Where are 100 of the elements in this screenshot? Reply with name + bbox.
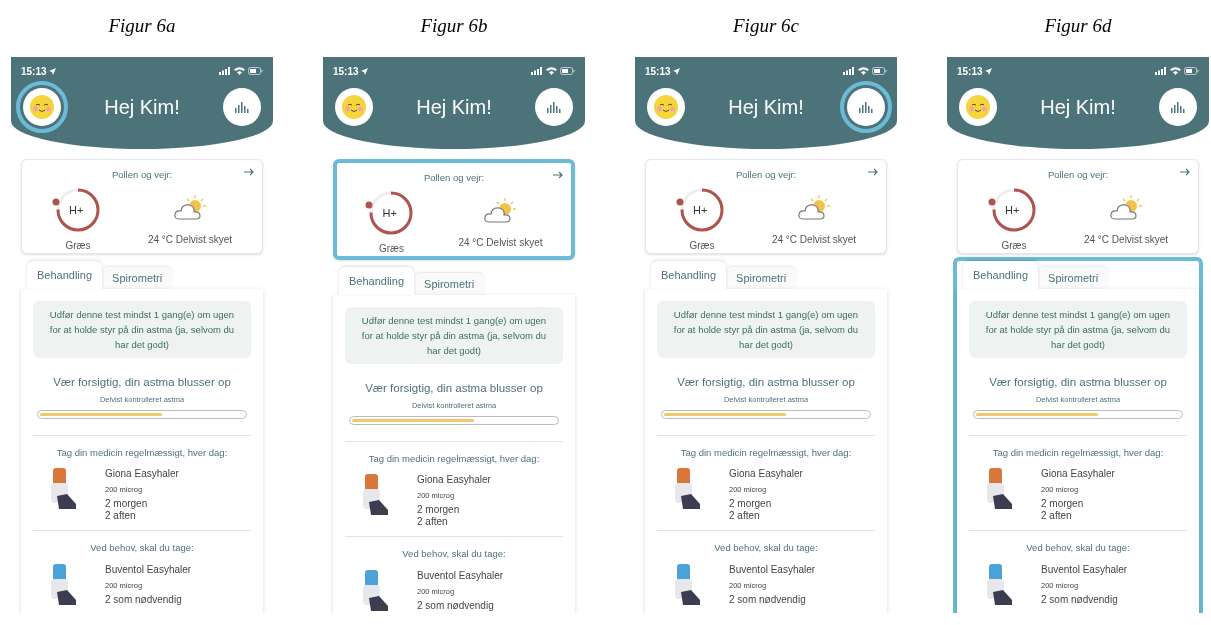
smiley-icon [341,94,367,120]
pollen-level-label: H+ [1005,203,1020,219]
bar-chart-icon [547,101,561,113]
pollen-level-label: H+ [69,203,84,219]
bar-chart-icon [1171,101,1185,113]
dosage-schedule: 2 aften [729,510,761,523]
figure-caption: Figur 6b [420,14,488,38]
pollen-weather-card[interactable]: Pollen og vejr: H+ Græs 24 °C Delvist skyet [645,159,887,255]
battery-icon [248,67,263,75]
medicine-section-heading: Ved behov, skal du tage: [90,541,194,556]
medicine-section-heading: Ved behov, skal du tage: [402,547,506,562]
battery-icon [872,67,887,75]
arrow-right-icon [1180,168,1190,176]
asthma-status-title: Vær forsigtig, din astma blusser op [989,375,1167,391]
medicine-section-heading: Ved behov, skal du tage: [714,541,818,556]
pollen-type: Græs [689,239,715,254]
card-title: Pollen og vejr: [1047,168,1109,182]
test-reminder-notice: Udfør denne test mindst 1 gang(e) om ugen for at holde styr på din astma (ja, selvom du har det godt) [33,301,251,359]
signal-icon [843,67,855,75]
status-time: 15:13 [333,64,359,79]
figure-caption: Figur 6d [1044,14,1112,38]
signal-icon [219,67,231,75]
weather-label: 24 °C Delvist skyet [147,233,232,248]
asthma-status-title: Vær forsigtig, din astma blusser op [677,375,855,391]
smiley-icon [965,94,991,120]
asthma-status-title: Vær forsigtig, din astma blusser op [53,375,231,391]
battery-icon [1184,67,1199,75]
tab[interactable]: Spirometri [102,267,173,290]
medicine-name: Giona Easyhaler [105,467,179,481]
signal-icon [531,67,543,75]
pollen-weather-card[interactable]: Pollen og vejr: H+ Græs 24 °C Delvist skyet [333,159,575,261]
tab[interactable]: Spirometri [726,267,797,290]
medicine-section-heading: Tag din medicin regelmæssigt, hver dag: [56,445,228,460]
status-time: 15:13 [21,64,47,79]
medicine-name: Buventol Easyhaler [1041,562,1128,577]
location-arrow-icon [360,67,368,75]
test-reminder-notice: Udfør denne test mindst 1 gang(e) om ugen for at holde styr på din astma (ja, selvom du har det godt) [657,301,875,359]
medicine-name: Giona Easyhaler [417,473,491,487]
dosage-schedule: 2 aften [105,510,137,523]
smiley-icon [653,94,679,120]
pollen-type: Græs [65,239,91,254]
arrow-right-icon [553,171,563,179]
figure-caption: Figur 6a [108,14,176,38]
tab[interactable]: Spirometri [414,273,485,296]
signal-icon [1155,67,1167,75]
medicine-name: Buventol Easyhaler [105,562,192,577]
dosage-schedule: 2 aften [1041,510,1073,523]
tab[interactable]: Behandling [651,261,727,290]
card-title: Pollen og vejr: [111,168,173,182]
greeting-title: Hej Kim! [416,95,492,120]
wifi-icon [1170,67,1181,75]
figure-caption: Figur 6c [733,14,799,38]
greeting-title: Hej Kim! [1040,95,1116,120]
statistics-button[interactable] [1159,88,1197,126]
dosage-schedule: 2 morgen [729,498,773,511]
medicine-name: Buventol Easyhaler [729,562,816,577]
greeting-title: Hej Kim! [728,95,804,120]
pollen-level-label: H+ [382,206,397,222]
status-time: 15:13 [957,64,983,79]
tab[interactable]: Behandling [963,261,1039,290]
mood-avatar-button[interactable] [335,88,373,126]
weather-label: 24 °C Delvist skyet [458,236,543,251]
dosage-schedule: 2 som nødvendig [105,593,183,606]
wifi-icon [546,67,557,75]
dosage-schedule: 2 som nødvendig [417,599,495,612]
dosage-schedule: 2 morgen [417,504,461,517]
statistics-button[interactable] [223,88,261,126]
tab[interactable]: Behandling [339,267,415,296]
weather-label: 24 °C Delvist skyet [1083,233,1168,248]
tab[interactable]: Behandling [27,261,103,290]
dosage-schedule: 2 som nødvendig [1041,593,1119,606]
medicine-name: Giona Easyhaler [729,467,803,481]
statistics-button[interactable] [535,88,573,126]
status-time: 15:13 [645,64,671,79]
medicine-section-heading: Ved behov, skal du tage: [1026,541,1130,556]
mood-avatar-button[interactable] [647,88,685,126]
dosage-schedule: 2 aften [417,516,449,529]
card-title: Pollen og vejr: [423,171,485,185]
tab[interactable]: Spirometri [1038,267,1109,290]
arrow-right-icon [244,168,254,176]
pollen-weather-card[interactable]: Pollen og vejr: H+ Græs 24 °C Delvist skyet [957,159,1199,255]
medicine-name: Buventol Easyhaler [417,568,504,583]
dosage-schedule: 2 som nødvendig [729,593,807,606]
test-reminder-notice: Udfør denne test mindst 1 gang(e) om ugen for at holde styr på din astma (ja, selvom du har det godt) [969,301,1187,359]
location-arrow-icon [48,67,56,75]
dosage-schedule: 2 morgen [1041,498,1085,511]
battery-icon [560,67,575,75]
pollen-type: Græs [1001,239,1027,254]
weather-label: 24 °C Delvist skyet [771,233,856,248]
arrow-right-icon [868,168,878,176]
pollen-weather-card[interactable]: Pollen og vejr: H+ Græs 24 °C Delvist skyet [21,159,263,255]
bar-chart-icon [235,101,249,113]
medicine-section-heading: Tag din medicin regelmæssigt, hver dag: [680,445,852,460]
location-arrow-icon [672,67,680,75]
wifi-icon [234,67,245,75]
greeting-title: Hej Kim! [104,95,180,120]
location-arrow-icon [984,67,992,75]
smiley-icon [29,94,55,120]
dosage-schedule: 2 morgen [105,498,149,511]
mood-avatar-button[interactable] [959,88,997,126]
